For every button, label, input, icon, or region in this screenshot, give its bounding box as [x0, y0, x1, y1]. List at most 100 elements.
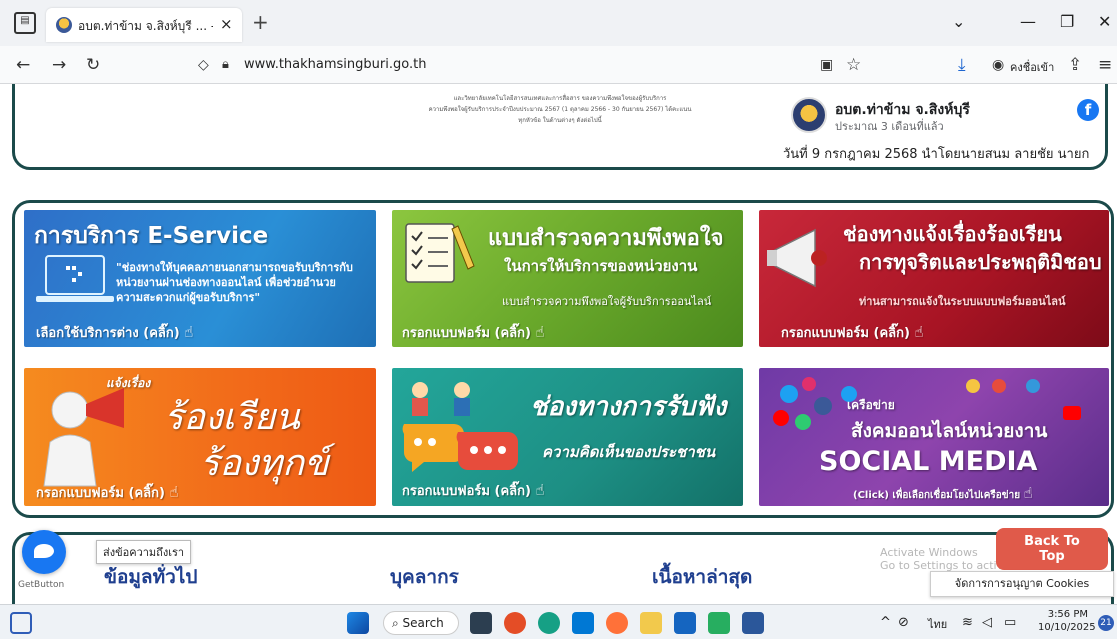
laptop-icon [36, 255, 114, 302]
close-window-icon[interactable]: ✕ [1098, 12, 1111, 31]
new-tab-icon[interactable]: + [252, 10, 269, 34]
search-label: Search [402, 616, 444, 630]
facebook-feed[interactable]: อบต.ท่าข้าม จ.สิงห์บุรี ประมาณ 3 เดือนที… [777, 85, 1102, 165]
e-service-desc-line: ความสะดวกแก่ผู้ขอรับบริการ" [116, 291, 261, 304]
survey-text-line: และวิทยาลัยเทคโนโลยีสารสนเทศและการสื่อสา… [453, 95, 667, 102]
survey-desc: แบบสำรวจความพึงพอใจผู้รับบริการออนไลน์ [502, 295, 712, 308]
back-to-top-line: Top [1039, 549, 1065, 564]
complaint-subtitle: ร้องทุกข์ [200, 443, 329, 484]
e-service-cta[interactable]: เลือกใช้บริการต่าง (คลิ๊ก) ☝ [36, 322, 193, 343]
megaphone-icon [767, 228, 827, 288]
bookmark-star-icon[interactable]: ☆ [846, 55, 861, 75]
task-view-icon[interactable] [470, 612, 492, 634]
personnel-heading[interactable]: บุคลากร [390, 562, 459, 592]
lock-icon[interactable]: 🔒︎ [222, 57, 229, 72]
clock-date: 10/10/2025 [1038, 622, 1096, 633]
navigation-bar: ← → ↻ ◇ 🔒︎ www.thakhamsingburi.go.th ▣ ☆… [0, 46, 1117, 84]
click-hand-icon: ☝ [914, 323, 924, 341]
close-tab-icon[interactable]: × [220, 15, 233, 33]
taskbar-search[interactable]: ⌕ Search [383, 611, 459, 635]
mail-icon[interactable] [572, 612, 594, 634]
public-opinion-banner[interactable]: ช่องทางการรับฟัง ความคิดเห็นของประชาชน ก… [392, 368, 743, 506]
click-hand-icon: ☝ [535, 481, 545, 499]
menu-icon[interactable]: ≡ [1098, 55, 1112, 75]
facebook-icon[interactable]: f [1077, 99, 1099, 121]
satisfaction-survey-banner[interactable]: แบบสำรวจความพึงพอใจ ในการให้บริการของหน่… [392, 210, 743, 347]
volume-icon[interactable]: ◁ [982, 615, 992, 630]
social-cta-label: (Click) เพื่อเลือกเชื่อมโยงไปเครือข่าย [853, 490, 1021, 501]
click-hand-icon: ☝ [535, 323, 545, 341]
shield-icon[interactable]: ◇ [198, 57, 209, 73]
download-icon[interactable]: ⤓ [958, 55, 966, 75]
messenger-icon[interactable] [22, 530, 66, 574]
survey-subtitle: ในการให้บริการของหน่วยงาน [504, 257, 698, 275]
restore-icon[interactable]: ❐ [1060, 12, 1074, 31]
opinion-title: ช่องทางการรับฟัง [530, 392, 727, 422]
social-small: เครือข่าย [847, 398, 895, 412]
store-icon[interactable] [674, 612, 696, 634]
tab-title: อบต.ท่าข้าม จ.สิงห์บุรี ... - ยินดีต้อ [78, 19, 213, 33]
chrome-icon[interactable] [504, 612, 526, 634]
notification-badge[interactable]: 21 [1098, 615, 1114, 631]
account-icon[interactable]: ◉ [992, 57, 1004, 73]
share-icon[interactable]: ⇪ [1068, 55, 1082, 75]
e-service-desc-line: "ช่องทางให้บุคคลภายนอกสามารถขอรับบริการก… [116, 261, 353, 274]
active-tab[interactable]: อบต.ท่าข้าม จ.สิงห์บุรี ... - ยินดีต้อ × [46, 8, 242, 42]
social-title-en: SOCIAL MEDIA [819, 446, 1038, 477]
click-hand-icon: ☝ [1023, 484, 1033, 502]
tray-chevron-icon[interactable]: ^ [880, 615, 891, 630]
widgets-icon[interactable] [10, 612, 32, 634]
general-info-heading[interactable]: ข้อมูลทั่วไป [104, 562, 197, 592]
opinion-cta[interactable]: กรอกแบบฟอร์ม (คลิ๊ก) ☝ [402, 480, 545, 501]
line-icon[interactable] [708, 612, 730, 634]
back-to-top-line: Back To [1024, 534, 1080, 549]
clock-time: 3:56 PM [1047, 609, 1088, 620]
getbutton-label[interactable]: GetButton [18, 580, 64, 590]
survey-summary-text: และวิทยาลัยเทคโนโลยีสารสนเทศและการสื่อสา… [395, 93, 725, 126]
corruption-cta[interactable]: กรอกแบบฟอร์ม (คลิ๊ก) ☝ [781, 322, 924, 343]
survey-cta-label: กรอกแบบฟอร์ม (คลิ๊ก) [402, 326, 531, 341]
reader-view-icon[interactable]: ▣ [820, 57, 833, 73]
back-arrow-icon[interactable]: ← [16, 55, 30, 75]
input-language[interactable]: ไทย [928, 615, 947, 633]
click-hand-icon: ☝ [184, 323, 194, 341]
minimize-icon[interactable]: — [1020, 12, 1036, 31]
survey-cta[interactable]: กรอกแบบฟอร์ม (คลิ๊ก) ☝ [402, 322, 545, 343]
site-favicon-icon [56, 17, 72, 33]
wifi-icon[interactable]: ≋ [962, 615, 973, 630]
start-windows-icon[interactable] [347, 612, 369, 634]
tab-list-icon[interactable]: ▤ [14, 12, 36, 34]
url-bar[interactable]: www.thakhamsingburi.go.th [244, 57, 426, 72]
profile-label[interactable]: คงชื่อเข้า [1010, 58, 1054, 76]
back-to-top-button[interactable]: Back To Top [996, 528, 1108, 570]
e-service-banner[interactable]: การบริการ E-Service "ช่องทางให้บุคคลภายน… [24, 210, 376, 347]
corruption-subtitle: การทุจริตและประพฤติมิชอบ [859, 250, 1102, 274]
reload-icon[interactable]: ↻ [86, 55, 100, 75]
tab-dropdown-icon[interactable]: ⌄ [952, 12, 965, 31]
firefox-icon[interactable] [606, 612, 628, 634]
survey-title: แบบสำรวจความพึงพอใจ [488, 226, 724, 251]
social-media-banner[interactable]: เครือข่าย สังคมออนไลน์หน่วยงาน SOCIAL ME… [759, 368, 1109, 506]
cookie-settings-button[interactable]: จัดการการอนุญาต Cookies [930, 571, 1114, 597]
forward-arrow-icon[interactable]: → [52, 55, 66, 75]
no-location-icon[interactable]: ⊘ [898, 615, 909, 630]
complaint-banner[interactable]: แจ้งเรื่อง ร้องเรียน ร้องทุกข์ กรอกแบบฟอ… [24, 368, 376, 506]
complaint-cta-label: กรอกแบบฟอร์ม (คลิ๊ก) [36, 486, 165, 501]
fb-post-text: วันที่ 9 กรกฎาคม 2568 นำโดยนายสนม ลายชัย… [783, 147, 1090, 162]
taskbar-clock[interactable]: 3:56 PM 10/10/2025 [1038, 608, 1096, 634]
e-service-desc-line: หน่วยงานผ่านช่องทางออนไลน์ เพื่อช่วยอำนว… [116, 276, 336, 289]
battery-icon[interactable]: ▭ [1004, 615, 1016, 630]
checklist-icon [405, 223, 475, 283]
social-cta[interactable]: (Click) เพื่อเลือกเชื่อมโยงไปเครือข่าย ☝ [853, 484, 1033, 503]
corruption-complaint-banner[interactable]: ช่องทางแจ้งเรื่องร้องเรียน การทุจริตและป… [759, 210, 1109, 347]
search-icon: ⌕ [392, 616, 403, 630]
fb-post-time: ประมาณ 3 เดือนที่แล้ว [835, 120, 944, 133]
word-icon[interactable] [742, 612, 764, 634]
complaint-cta[interactable]: กรอกแบบฟอร์ม (คลิ๊ก) ☝ [36, 482, 179, 503]
news-card: และวิทยาลัยเทคโนโลยีสารสนเทศและการสื่อสา… [12, 84, 1108, 170]
file-explorer-icon[interactable] [640, 612, 662, 634]
latest-content-heading[interactable]: เนื้อหาล่าสุด [652, 562, 752, 592]
edge-icon[interactable] [538, 612, 560, 634]
opinion-subtitle: ความคิดเห็นของประชาชน [542, 443, 716, 461]
corruption-desc: ท่านสามารถแจ้งในระบบแบบฟอร์มออนไลน์ [859, 295, 1066, 308]
